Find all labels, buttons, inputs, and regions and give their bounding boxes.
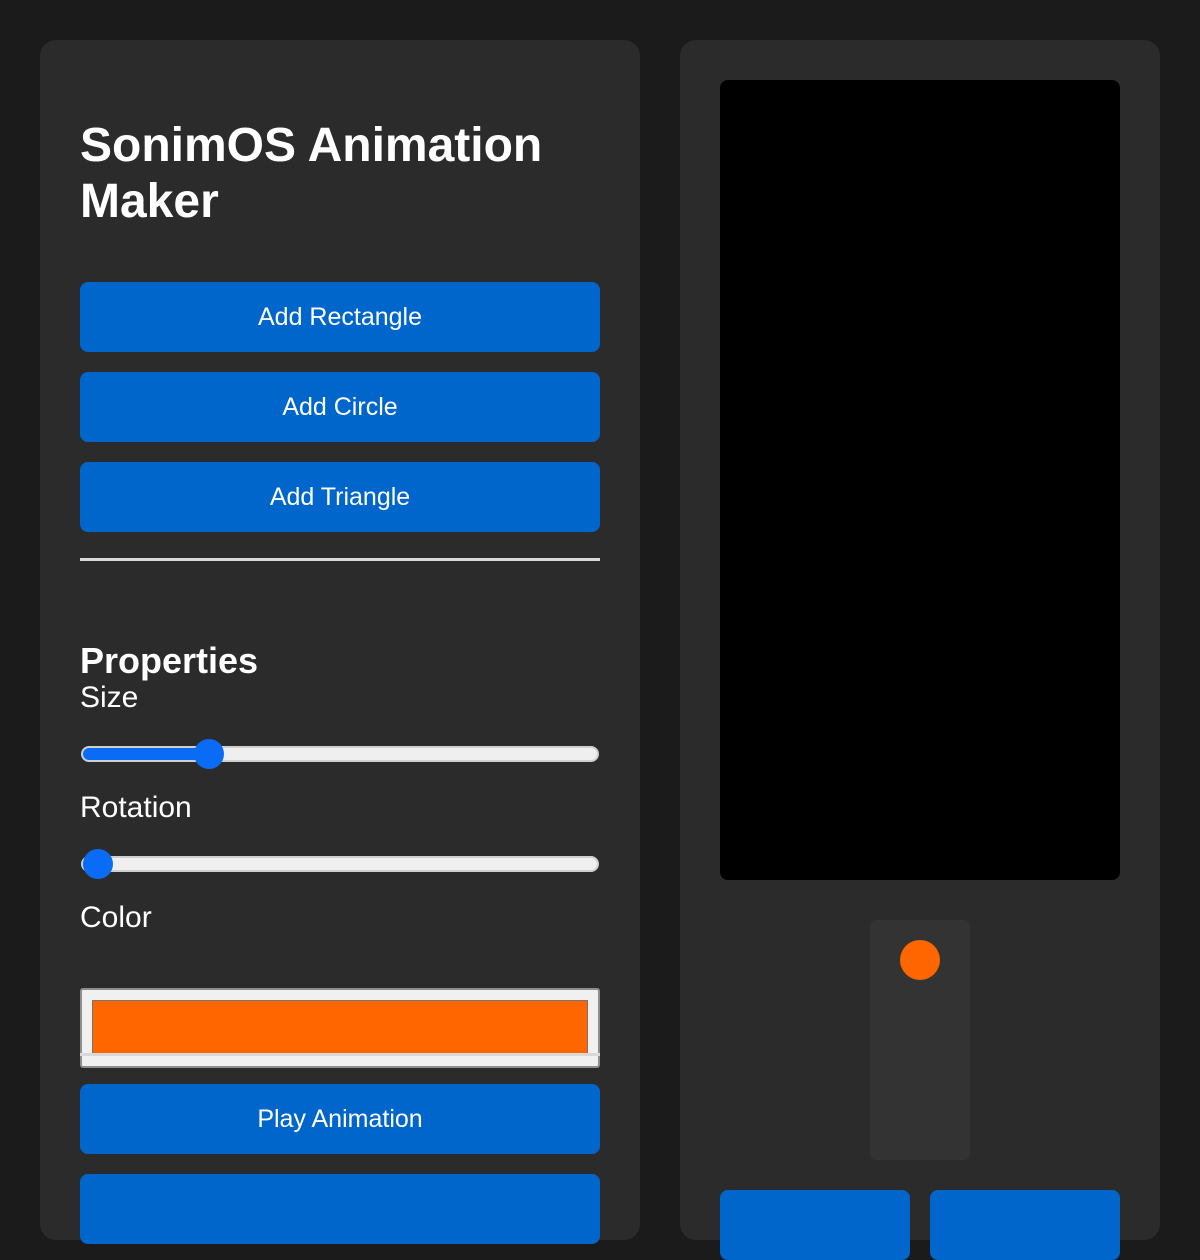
rotation-slider-thumb[interactable]	[83, 849, 113, 879]
keyframe-track[interactable]	[870, 920, 970, 1160]
color-swatch	[92, 1000, 588, 1056]
rotation-label: Rotation	[80, 791, 192, 824]
add-circle-button[interactable]: Add Circle	[80, 372, 600, 442]
divider	[80, 1053, 600, 1056]
add-rectangle-button[interactable]: Add Rectangle	[80, 282, 600, 352]
color-picker[interactable]	[80, 988, 600, 1068]
play-animation-button[interactable]: Play Animation	[80, 1084, 600, 1154]
preview-action-button-left[interactable]	[720, 1190, 910, 1260]
divider	[80, 558, 600, 561]
size-slider-thumb[interactable]	[194, 739, 225, 769]
keyframe-marker[interactable]	[900, 940, 940, 980]
secondary-action-button[interactable]	[80, 1174, 600, 1244]
size-label: Size	[80, 681, 139, 714]
animation-canvas[interactable]	[720, 80, 1120, 880]
preview-panel	[680, 40, 1160, 1260]
add-triangle-button[interactable]: Add Triangle	[80, 462, 600, 532]
controls-panel: SonimOS Animation Maker Add Rectangle Ad…	[40, 40, 640, 1244]
color-label: Color	[80, 901, 152, 934]
size-slider[interactable]	[81, 739, 599, 769]
rotation-slider[interactable]	[81, 849, 599, 879]
size-slider-fill	[83, 748, 210, 760]
page-title: SonimOS Animation Maker	[80, 119, 543, 228]
preview-action-button-right[interactable]	[930, 1190, 1120, 1260]
